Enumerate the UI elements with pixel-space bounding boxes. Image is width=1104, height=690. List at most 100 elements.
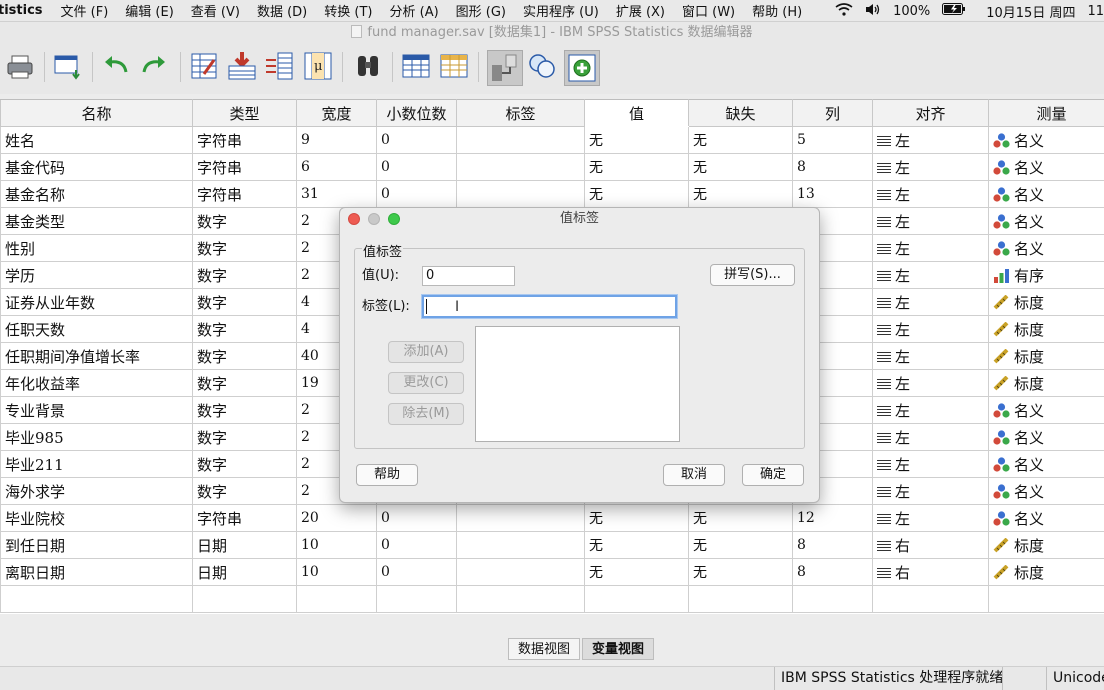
cell-missing[interactable] — [688, 585, 793, 613]
cell-type[interactable]: 字符串 — [192, 126, 297, 154]
cancel-button[interactable]: 取消 — [663, 464, 725, 486]
cell-measure[interactable]: 标度 — [988, 558, 1104, 586]
minimize-button[interactable] — [368, 213, 380, 225]
cell-align[interactable]: 右 — [872, 558, 989, 586]
cell-name[interactable]: 毕业211 — [0, 450, 193, 478]
cell-label[interactable] — [456, 153, 585, 181]
menu-edit[interactable]: 编辑 (E) — [125, 1, 174, 20]
cell-type[interactable]: 字符串 — [192, 504, 297, 532]
cell-type[interactable]: 日期 — [192, 531, 297, 559]
cell-align[interactable]: 左 — [872, 423, 989, 451]
app-menu[interactable]: tistics — [0, 3, 43, 18]
cell-missing[interactable]: 无 — [688, 126, 793, 154]
tab-data-view[interactable]: 数据视图 — [508, 638, 581, 660]
cell-decimals[interactable] — [376, 585, 457, 613]
tab-variable-view[interactable]: 变量视图 — [582, 638, 655, 660]
cell-type[interactable]: 数字 — [192, 342, 297, 370]
cell-name[interactable]: 专业背景 — [0, 396, 193, 424]
cell-missing[interactable]: 无 — [688, 180, 793, 208]
cell-decimals[interactable]: 0 — [376, 504, 457, 532]
cell-measure[interactable]: 标度 — [988, 288, 1104, 316]
cell-name[interactable]: 年化收益率 — [0, 369, 193, 397]
cell-columns[interactable]: 12 — [792, 504, 873, 532]
cell-measure[interactable]: 名义 — [988, 423, 1104, 451]
cell-values[interactable]: 无 — [584, 153, 689, 181]
close-button[interactable] — [348, 213, 360, 225]
menu-data[interactable]: 数据 (D) — [257, 1, 307, 20]
cell-label[interactable] — [456, 558, 585, 586]
cell-type[interactable]: 数字 — [192, 423, 297, 451]
cell-width[interactable]: 9 — [296, 126, 377, 154]
cell-align[interactable]: 左 — [872, 369, 989, 397]
column-header-name[interactable]: 名称 — [0, 99, 193, 127]
cell-columns[interactable]: 8 — [792, 153, 873, 181]
cell-name[interactable]: 姓名 — [0, 126, 193, 154]
menu-extensions[interactable]: 扩展 (X) — [616, 1, 665, 20]
cell-decimals[interactable]: 0 — [376, 558, 457, 586]
cell-width[interactable]: 10 — [296, 558, 377, 586]
cell-measure[interactable]: 名义 — [988, 234, 1104, 262]
cell-measure[interactable]: 标度 — [988, 369, 1104, 397]
column-header-measure[interactable]: 测量 — [988, 99, 1104, 127]
cell-align[interactable]: 左 — [872, 261, 989, 289]
cell-measure[interactable]: 名义 — [988, 126, 1104, 154]
cell-type[interactable] — [192, 585, 297, 613]
cell-measure[interactable]: 有序 — [988, 261, 1104, 289]
cell-columns[interactable]: 8 — [792, 558, 873, 586]
cell-name[interactable]: 离职日期 — [0, 558, 193, 586]
cell-width[interactable]: 20 — [296, 504, 377, 532]
menu-date[interactable]: 10月15日 周四 — [986, 2, 1075, 21]
cell-label[interactable] — [456, 531, 585, 559]
cell-width[interactable]: 6 — [296, 153, 377, 181]
cell-type[interactable]: 字符串 — [192, 180, 297, 208]
cell-align[interactable]: 左 — [872, 288, 989, 316]
cell-measure[interactable]: 名义 — [988, 450, 1104, 478]
cell-measure[interactable]: 名义 — [988, 477, 1104, 505]
maximize-button[interactable] — [388, 213, 400, 225]
cell-measure[interactable]: 名义 — [988, 180, 1104, 208]
menu-analyze[interactable]: 分析 (A) — [389, 1, 438, 20]
cell-decimals[interactable]: 0 — [376, 153, 457, 181]
cell-name[interactable]: 毕业985 — [0, 423, 193, 451]
spelling-button[interactable]: 拼写(S)... — [710, 264, 795, 286]
menu-help[interactable]: 帮助 (H) — [752, 1, 802, 20]
cell-align[interactable] — [872, 585, 989, 613]
table-row[interactable]: 离职日期 日期 10 0 无无 8 右标度 — [0, 558, 1104, 586]
column-header-decimals[interactable]: 小数位数 — [376, 99, 457, 127]
cell-width[interactable]: 31 — [296, 180, 377, 208]
cell-width[interactable]: 10 — [296, 531, 377, 559]
cell-type[interactable]: 数字 — [192, 450, 297, 478]
label-input[interactable]: I — [422, 295, 677, 318]
cell-name[interactable]: 任职期间净值增长率 — [0, 342, 193, 370]
variables-icon[interactable] — [264, 50, 296, 82]
ok-button[interactable]: 确定 — [742, 464, 804, 486]
cell-values[interactable]: 无 — [584, 558, 689, 586]
redo-icon[interactable] — [138, 50, 170, 82]
cell-type[interactable]: 字符串 — [192, 153, 297, 181]
cell-type[interactable]: 数字 — [192, 477, 297, 505]
cell-name[interactable]: 性别 — [0, 234, 193, 262]
cell-type[interactable]: 数字 — [192, 396, 297, 424]
goto-variable-icon[interactable] — [226, 50, 258, 82]
cell-decimals[interactable]: 0 — [376, 531, 457, 559]
cell-name[interactable] — [0, 585, 193, 613]
column-header-values[interactable]: 值 — [584, 99, 689, 127]
volume-icon[interactable] — [865, 3, 881, 20]
cell-type[interactable]: 日期 — [192, 558, 297, 586]
cell-measure[interactable]: 标度 — [988, 342, 1104, 370]
cell-values[interactable]: 无 — [584, 531, 689, 559]
print-icon[interactable] — [4, 50, 36, 82]
cell-columns[interactable]: 5 — [792, 126, 873, 154]
cell-type[interactable]: 数字 — [192, 288, 297, 316]
recall-dialog-icon[interactable] — [52, 50, 84, 82]
cell-measure[interactable]: 名义 — [988, 153, 1104, 181]
cell-measure[interactable]: 名义 — [988, 396, 1104, 424]
menu-utilities[interactable]: 实用程序 (U) — [523, 1, 599, 20]
wifi-icon[interactable] — [835, 2, 853, 20]
table-row[interactable] — [0, 585, 1104, 613]
cell-align[interactable]: 左 — [872, 342, 989, 370]
cell-measure[interactable]: 名义 — [988, 504, 1104, 532]
split-file-icon[interactable] — [487, 50, 523, 86]
cell-align[interactable]: 左 — [872, 180, 989, 208]
add-on-icon[interactable] — [564, 50, 600, 86]
